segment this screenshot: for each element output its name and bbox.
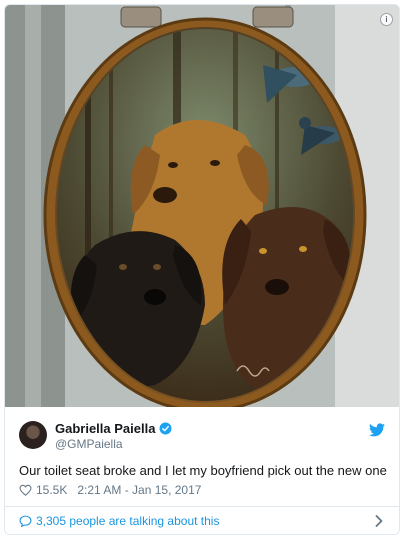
embedded-tweet-card: i Gabriella Paiella @GMPaiella Our toile…: [4, 4, 400, 535]
twitter-bird-icon[interactable]: [369, 423, 385, 437]
heart-icon[interactable]: [19, 484, 32, 496]
tweet-text: Our toilet seat broke and I let my boyfr…: [19, 463, 387, 478]
display-name[interactable]: Gabriella Paiella: [55, 421, 155, 436]
handle[interactable]: @GMPaiella: [55, 437, 123, 451]
like-count[interactable]: 15.5K: [36, 483, 67, 497]
tweet-photo[interactable]: i: [5, 5, 399, 407]
right-hinge: [252, 6, 294, 28]
toilet-seat-illustration: [5, 5, 399, 407]
conversation-link[interactable]: 3,305 people are talking about this: [5, 506, 399, 534]
info-icon[interactable]: i: [380, 13, 393, 26]
author-name-row[interactable]: Gabriella Paiella: [55, 421, 172, 436]
people-talking-label[interactable]: 3,305 people are talking about this: [36, 514, 219, 528]
tweet-meta: 15.5K 2:21 AM - Jan 15, 2017: [19, 483, 201, 497]
left-hinge: [120, 6, 162, 28]
avatar[interactable]: [19, 421, 47, 449]
speech-bubble-icon: [19, 515, 32, 527]
verified-badge-icon: [159, 422, 172, 435]
tweet-body: Gabriella Paiella @GMPaiella Our toilet …: [5, 407, 399, 505]
chevron-right-icon[interactable]: [375, 515, 383, 527]
timestamp[interactable]: 2:21 AM - Jan 15, 2017: [77, 483, 201, 497]
